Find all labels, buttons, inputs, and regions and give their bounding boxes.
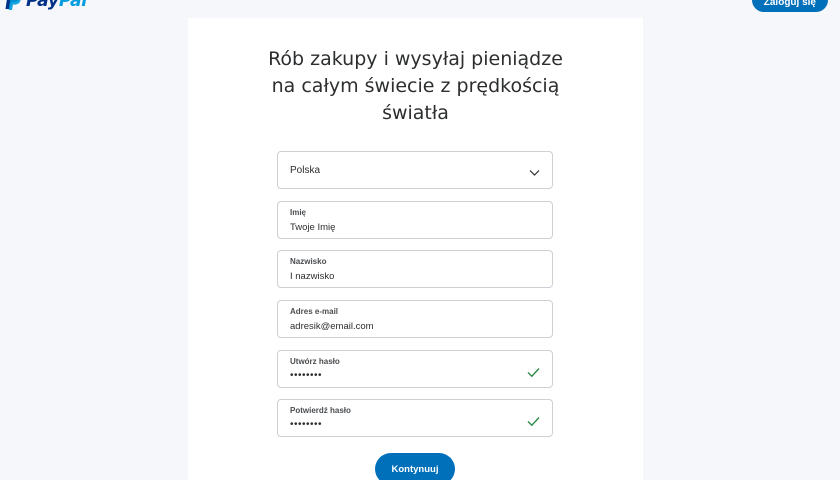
confirm-password-field[interactable]: Potwierdź hasło •••••••• — [277, 399, 553, 437]
signup-card: Rób zakupy i wysyłaj pieniądze na całym … — [188, 18, 643, 480]
country-select[interactable]: Polska — [277, 151, 553, 189]
paypal-wordmark: PayPal — [26, 0, 87, 11]
email-label: Adres e-mail — [290, 307, 339, 316]
email-value: adresik@email.com — [290, 321, 374, 332]
email-field[interactable]: Adres e-mail adresik@email.com — [277, 300, 553, 338]
country-select-value: Polska — [290, 165, 321, 176]
page-title: Rób zakupy i wysyłaj pieniądze na całym … — [188, 46, 643, 127]
continue-button[interactable]: Kontynuuj — [375, 453, 455, 480]
page: PayPal Zaloguj się Rób zakupy i wysyłaj … — [0, 0, 840, 480]
paypal-logo-icon — [4, 0, 22, 11]
password-value: •••••••• — [290, 370, 323, 381]
checkmark-icon — [527, 414, 540, 427]
paypal-logo[interactable]: PayPal — [4, 0, 87, 11]
password-label: Utwórz hasło — [290, 357, 340, 366]
confirm-password-label: Potwierdź hasło — [290, 406, 351, 415]
last-name-label: Nazwisko — [290, 257, 327, 266]
checkmark-icon — [527, 365, 540, 378]
title-line-2: na całym świecie z prędkością — [271, 75, 560, 97]
confirm-password-value: •••••••• — [290, 419, 323, 430]
password-field[interactable]: Utwórz hasło •••••••• — [277, 350, 553, 388]
first-name-field[interactable]: Imię Twoje Imię — [277, 201, 553, 239]
title-line-1: Rób zakupy i wysyłaj pieniądze — [268, 48, 563, 70]
logo-pay-text: Pay — [26, 0, 59, 11]
last-name-field[interactable]: Nazwisko I nazwisko — [277, 250, 553, 288]
logo-pal-text: Pal — [58, 0, 87, 11]
first-name-label: Imię — [290, 208, 307, 217]
login-button[interactable]: Zaloguj się — [751, 0, 828, 12]
chevron-down-icon — [529, 165, 540, 176]
first-name-value: Twoje Imię — [290, 222, 336, 233]
title-line-3: światła — [382, 102, 449, 124]
last-name-value: I nazwisko — [290, 271, 335, 282]
